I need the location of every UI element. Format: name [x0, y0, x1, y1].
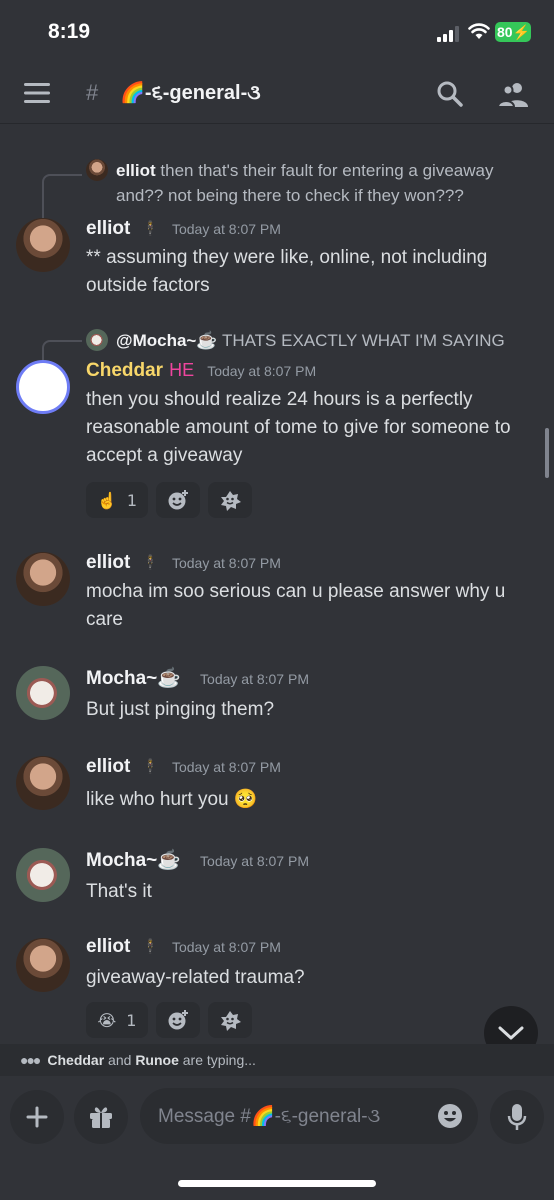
timestamp: Today at 8:07 PM: [207, 363, 317, 379]
avatar[interactable]: [16, 666, 70, 720]
timestamp: Today at 8:07 PM: [171, 759, 281, 775]
timestamp: Today at 8:07 PM: [171, 221, 281, 237]
reply-author: elliot: [116, 161, 156, 180]
reply-avatar: [86, 159, 108, 181]
super-reaction-icon: [221, 1011, 241, 1031]
message-content: then you should realize 24 hours is a pe…: [86, 389, 511, 466]
menu-icon[interactable]: [24, 83, 50, 103]
battery-level: 80: [497, 24, 513, 40]
members-icon[interactable]: [498, 80, 528, 108]
gift-button[interactable]: [74, 1090, 128, 1144]
message-content: like who hurt you 🥺: [86, 789, 258, 810]
author-line: elliot 🕴 Today at 8:07 PM: [86, 218, 281, 244]
reaction-count: 1: [126, 490, 138, 510]
author-line: Mocha~☕ Today at 8:07 PM: [86, 666, 309, 692]
channel-header: # 🌈-૬-general-૩: [0, 62, 554, 124]
chevron-down-icon: [498, 1026, 524, 1040]
message-input[interactable]: Message #🌈-૬-general-૩: [140, 1088, 478, 1144]
author-name[interactable]: elliot: [86, 218, 130, 239]
message-content: But just pinging them?: [86, 699, 275, 720]
reaction-count: 1: [126, 1010, 137, 1030]
avatar[interactable]: [16, 552, 70, 606]
reply-avatar: [86, 329, 108, 351]
avatar[interactable]: [16, 848, 70, 902]
author-line: elliot 🕴 Today at 8:07 PM: [86, 936, 281, 962]
status-bar: 8:19 80⚡: [0, 0, 554, 62]
typing-dots-icon: ●●●: [20, 1052, 41, 1068]
reply-preview[interactable]: elliot then that's their fault for enter…: [116, 158, 526, 208]
reaction-bar: 😭 1: [86, 1002, 252, 1038]
scrollbar-thumb[interactable]: [545, 428, 549, 478]
avatar[interactable]: [16, 938, 70, 992]
gift-icon: [90, 1107, 112, 1128]
avatar[interactable]: [16, 756, 70, 810]
author-name[interactable]: elliot: [86, 756, 130, 777]
emoji-icon[interactable]: [436, 1102, 464, 1130]
super-reaction-button[interactable]: [208, 482, 252, 518]
timestamp: Today at 8:07 PM: [171, 939, 281, 955]
reply-author: @Mocha~☕: [116, 331, 218, 350]
cellular-signal-icon: [437, 26, 459, 42]
home-indicator[interactable]: [178, 1180, 376, 1187]
avatar[interactable]: [16, 218, 70, 272]
plus-icon: [26, 1106, 48, 1128]
reply-preview[interactable]: @Mocha~☕ THATS EXACTLY WHAT I'M SAYING: [116, 328, 536, 353]
reaction[interactable]: ☝️ 1: [86, 482, 148, 518]
message-composer: Message #🌈-૬-general-૩: [0, 1076, 554, 1200]
author-name[interactable]: Mocha~☕: [86, 668, 181, 689]
author-name[interactable]: elliot: [86, 552, 130, 573]
charging-icon: ⚡: [512, 24, 531, 40]
author-name[interactable]: Mocha~☕: [86, 850, 181, 871]
battery-indicator: 80⚡: [495, 22, 531, 42]
typing-suffix: are typing...: [178, 1052, 256, 1068]
role-icon: 🕴: [141, 939, 159, 955]
author-line: Mocha~☕ Today at 8:07 PM: [86, 848, 309, 874]
super-reaction-icon: [221, 491, 241, 511]
wifi-icon: [468, 23, 490, 39]
role-icon: 🕴: [141, 555, 159, 571]
reaction-emoji: ☝️: [96, 490, 117, 510]
author-name[interactable]: Cheddar: [86, 360, 163, 381]
message-content: mocha im soo serious can u please answer…: [86, 581, 506, 630]
timestamp: Today at 8:07 PM: [200, 853, 309, 869]
role-icon: 🕴: [141, 759, 159, 775]
message-placeholder: Message #🌈-૬-general-૩: [158, 1106, 381, 1127]
reply-text: THATS EXACTLY WHAT I'M SAYING: [221, 331, 505, 350]
timestamp: Today at 8:07 PM: [171, 555, 281, 571]
add-reaction-icon: [168, 490, 188, 510]
typing-user: Runoe: [135, 1052, 179, 1068]
channel-name[interactable]: 🌈-૬-general-૩: [120, 80, 261, 105]
reaction-bar: ☝️ 1: [86, 482, 252, 518]
message-list[interactable]: elliot then that's their fault for enter…: [0, 124, 554, 1044]
author-name[interactable]: elliot: [86, 936, 130, 957]
typing-conjunction: and: [104, 1052, 136, 1068]
typing-indicator: ●●● Cheddar and Runoe are typing...: [0, 1044, 554, 1076]
add-reaction-button[interactable]: [156, 482, 200, 518]
add-reaction-button[interactable]: [156, 1002, 200, 1038]
status-time: 8:19: [48, 20, 91, 43]
add-reaction-icon: [168, 1010, 188, 1030]
timestamp: Today at 8:07 PM: [200, 671, 309, 687]
author-line: elliot 🕴 Today at 8:07 PM: [86, 552, 281, 578]
search-icon[interactable]: [436, 80, 464, 108]
microphone-icon: [507, 1104, 527, 1130]
add-attachment-button[interactable]: [10, 1090, 64, 1144]
channel-hash-icon: #: [86, 80, 99, 105]
reply-text: then that's their fault for entering a g…: [116, 161, 494, 205]
message-content: ** assuming they were like, online, not …: [86, 247, 488, 296]
voice-message-button[interactable]: [490, 1090, 544, 1144]
user-tag: HE: [169, 360, 195, 380]
author-line: Cheddar HE Today at 8:07 PM: [86, 360, 316, 386]
message-content: That's it: [86, 881, 152, 902]
avatar[interactable]: [16, 360, 70, 414]
reaction-emoji: 😭: [97, 1010, 117, 1030]
super-reaction-button[interactable]: [208, 1002, 252, 1038]
message-content: giveaway-related trauma?: [86, 967, 305, 988]
typing-user: Cheddar: [47, 1052, 105, 1068]
reaction[interactable]: 😭 1: [86, 1002, 148, 1038]
role-icon: 🕴: [141, 221, 159, 237]
author-line: elliot 🕴 Today at 8:07 PM: [86, 756, 281, 782]
